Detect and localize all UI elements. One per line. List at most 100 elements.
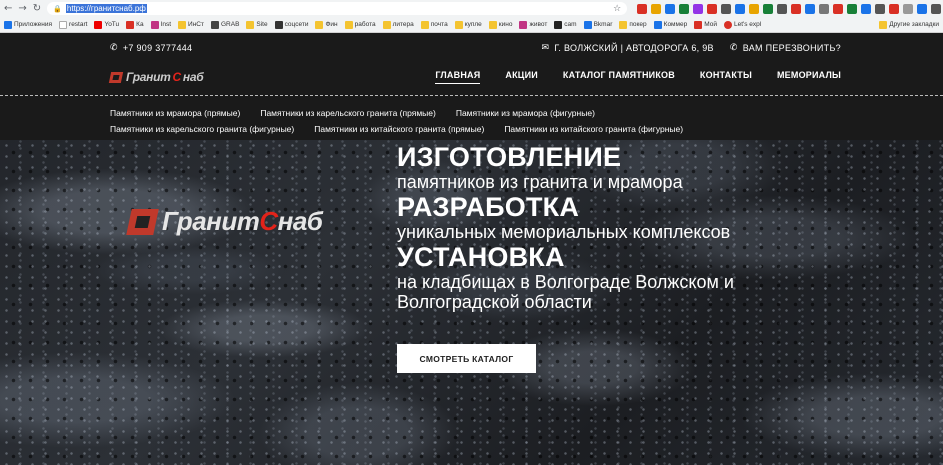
other-bookmarks[interactable]: Другие закладки (879, 20, 939, 29)
bookmark-label: Приложения (14, 21, 53, 28)
bookmark-item[interactable]: Let's expl (723, 20, 761, 29)
bookmark-item[interactable]: Приложения (4, 20, 53, 29)
forward-arrow-icon[interactable]: → (18, 3, 26, 15)
bookmark-item[interactable]: работа (344, 20, 376, 29)
bookmark-item[interactable]: соцсети (274, 20, 309, 29)
bookmark-label: ИнСт (188, 21, 204, 28)
extension-icon[interactable] (903, 3, 914, 14)
logo-text: Гранит (162, 206, 260, 236)
lock-icon: 🔒 (53, 5, 62, 13)
category-link[interactable]: Памятники из китайского гранита (прямые) (314, 121, 484, 137)
extension-icon[interactable] (791, 3, 802, 14)
view-catalog-button[interactable]: СМОТРЕТЬ КАТАЛОГ (397, 344, 536, 373)
bookmark-item[interactable]: Ка (126, 20, 144, 29)
bookmark-star-icon[interactable]: ☆ (613, 4, 621, 14)
contact-bar: ✆ +7 909 3777444 ✉ Г. ВОЛЖСКИЙ | АВТОДОР… (110, 41, 841, 55)
logo-accent: С (259, 206, 278, 236)
phone-icon: ✆ (729, 43, 738, 53)
phone-contact[interactable]: ✆ +7 909 3777444 (110, 43, 192, 53)
extension-icon[interactable] (833, 3, 844, 14)
menu-item-promotions[interactable]: АКЦИИ (505, 70, 538, 84)
bookmark-label: Bkmar (593, 21, 613, 28)
phone-number[interactable]: +7 909 3777444 (123, 43, 193, 53)
bookmark-item[interactable]: Bkmar (583, 20, 613, 29)
bookmark-item[interactable]: купле (454, 20, 482, 29)
main-menu: ГЛАВНАЯ АКЦИИ КАТАЛОГ ПАМЯТНИКОВ КОНТАКТ… (435, 70, 841, 84)
bookmark-item[interactable]: Мой (694, 20, 717, 29)
bookmark-label: работа (354, 21, 376, 28)
bookmark-item[interactable]: Site (246, 20, 268, 29)
bookmark-label: Ка (136, 21, 144, 28)
logo-accent: С (172, 70, 182, 84)
bookmark-label: соцсети (284, 21, 309, 28)
extension-icon[interactable] (665, 3, 676, 14)
extension-icon[interactable] (763, 3, 774, 14)
extension-icon[interactable] (679, 3, 690, 14)
bookmark-label: Другие закладки (889, 21, 939, 28)
category-link[interactable]: Памятники из китайского гранита (фигурны… (504, 121, 683, 137)
extension-icon[interactable] (651, 3, 662, 14)
logo-text: Гранит (126, 70, 171, 84)
extension-icon[interactable] (693, 3, 704, 14)
bookmark-item[interactable]: YoTu (94, 20, 119, 29)
extension-icon[interactable] (847, 3, 858, 14)
menu-item-memorials[interactable]: МЕМОРИАЛЫ (777, 70, 841, 84)
address-url[interactable]: https://гранитснаб.рф (65, 4, 147, 13)
extension-icon[interactable] (875, 3, 886, 14)
back-arrow-icon[interactable]: ← (4, 3, 12, 15)
extension-icon[interactable] (721, 3, 732, 14)
bookmark-label: GRAB (220, 21, 240, 28)
logo-text: наб (277, 206, 323, 236)
bookmark-item[interactable]: покер (619, 20, 647, 29)
bookmark-label: restart (69, 21, 88, 28)
extension-icon[interactable] (777, 3, 788, 14)
bookmark-item[interactable]: ИнСт (178, 20, 204, 29)
reload-icon[interactable]: ↻ (33, 3, 41, 15)
bookmark-item[interactable]: Фин (315, 20, 338, 29)
bookmark-item[interactable]: литера (382, 20, 414, 29)
category-link[interactable]: Памятники из мрамора (фигурные) (456, 105, 595, 121)
address-bar[interactable]: 🔒 https://гранитснаб.рф ☆ (47, 2, 628, 15)
bookmark-label: Фин (325, 21, 338, 28)
site-header: ✆ +7 909 3777444 ✉ Г. ВОЛЖСКИЙ | АВТОДОР… (0, 33, 943, 140)
extension-icon[interactable] (735, 3, 746, 14)
bookmark-item[interactable]: Коммер (653, 20, 688, 29)
callback-link[interactable]: ✆ ВАМ ПЕРЕЗВОНИТЬ? (730, 43, 841, 53)
category-link[interactable]: Памятники из карельского гранита (фигурн… (110, 121, 294, 137)
bookmark-label: Inst (160, 21, 172, 28)
bookmark-item[interactable]: restart (59, 20, 88, 29)
hero-title-manufacturing: ИЗГОТОВЛЕНИЕ (397, 142, 622, 172)
extension-icon[interactable] (917, 3, 928, 14)
bookmark-label: Коммер (663, 21, 688, 28)
extension-icon[interactable] (889, 3, 900, 14)
bookmark-item[interactable]: cam (554, 20, 577, 29)
extension-icons (637, 3, 942, 14)
extension-icon[interactable] (819, 3, 830, 14)
address-contact: ✉ Г. ВОЛЖСКИЙ | АВТОДОРОГА 6, 9В (541, 43, 713, 53)
bookmark-item[interactable]: почта (420, 20, 448, 29)
category-link[interactable]: Памятники из мрамора (прямые) (110, 105, 240, 121)
bookmark-item[interactable]: кино (488, 20, 512, 29)
extension-icon[interactable] (861, 3, 872, 14)
bookmark-label: Мой (704, 21, 717, 28)
logo-text: наб (182, 70, 204, 84)
category-link[interactable]: Памятники из карельского гранита (прямые… (260, 105, 436, 121)
bookmark-label: cam (564, 21, 577, 28)
header-divider (0, 95, 943, 96)
bookmark-item[interactable]: живот (519, 20, 547, 29)
menu-item-catalog[interactable]: КАТАЛОГ ПАМЯТНИКОВ (563, 70, 675, 84)
bookmarks-bar: Приложения restart YoTu Ка Inst ИнСт GRA… (0, 17, 943, 33)
menu-item-home[interactable]: ГЛАВНАЯ (435, 70, 481, 84)
site-logo[interactable]: Гранит Снаб (110, 70, 204, 84)
extension-icon[interactable] (931, 3, 942, 14)
callback-label[interactable]: ВАМ ПЕРЕЗВОНИТЬ? (743, 43, 841, 53)
menu-item-contacts[interactable]: КОНТАКТЫ (700, 70, 752, 84)
extension-icon[interactable] (805, 3, 816, 14)
extension-icon[interactable] (637, 3, 648, 14)
bookmark-item[interactable]: GRAB (210, 20, 240, 29)
hero-subtitle-installation-region: Волгоградской области (397, 292, 592, 312)
bookmark-item[interactable]: Inst (150, 20, 172, 29)
extension-icon[interactable] (707, 3, 718, 14)
extension-icon[interactable] (749, 3, 760, 14)
logo-mark-icon (129, 209, 159, 235)
